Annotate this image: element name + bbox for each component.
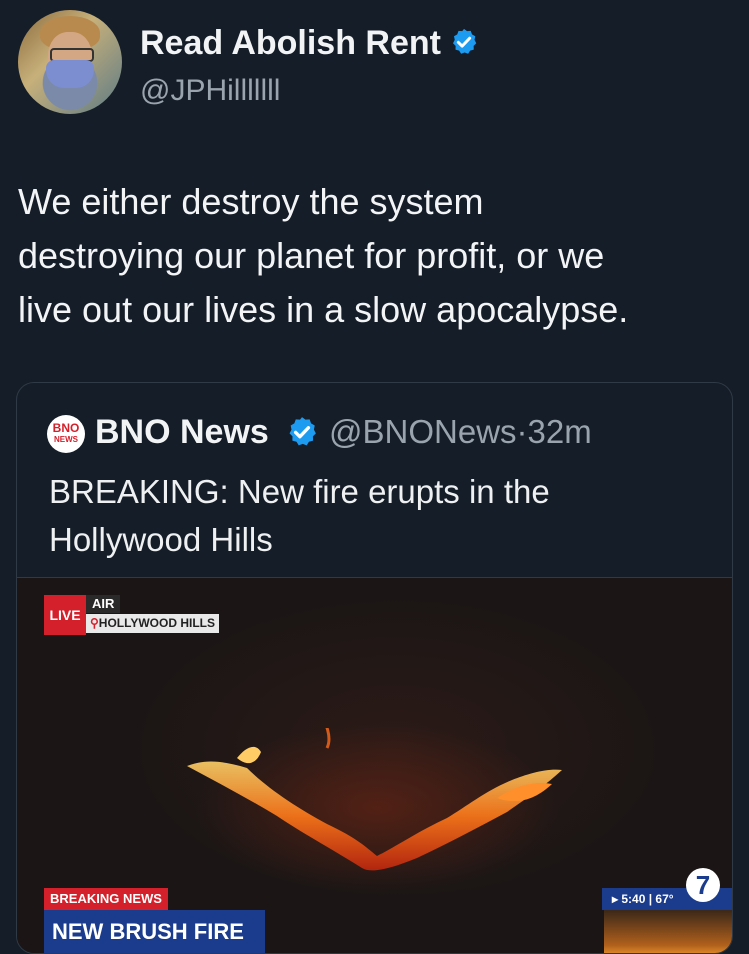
logo-top-text: BNO <box>52 421 80 435</box>
quoted-tweet[interactable]: BNO NEWS BNO News @BNONews·32m BREAKING:… <box>16 382 733 954</box>
verified-badge-icon <box>453 28 477 54</box>
location-pin-icon: ⚲ <box>90 616 99 630</box>
breaking-news-label: BREAKING NEWS <box>44 888 168 910</box>
author-name-text[interactable]: Read Abolish Rent <box>140 24 441 62</box>
bno-news-avatar[interactable]: BNO NEWS <box>47 415 85 453</box>
air7-label: AIR 7 <box>86 595 121 629</box>
author-name[interactable]: Read Abolish Rent <box>140 24 479 63</box>
headline-banner: NEW BRUSH FIRE <box>44 910 265 953</box>
quoted-author-name[interactable]: BNO News <box>95 413 269 452</box>
tweet-header: Read Abolish Rent @JPHilllllll <box>18 10 738 120</box>
quoted-text-line: Hollywood Hills <box>49 521 273 558</box>
tweet-text-line: We either destroy the system <box>18 181 484 222</box>
verified-badge-icon <box>289 417 316 446</box>
inset-video <box>604 910 732 953</box>
quoted-text-line: BREAKING: New fire erupts in the <box>49 473 550 510</box>
abc7-logo: 7 <box>686 868 720 902</box>
quoted-tweet-text: BREAKING: New fire erupts in the Hollywo… <box>49 468 709 564</box>
location-label: ⚲HOLLYWOOD HILLS <box>86 614 220 633</box>
logo-bottom-text: NEWS <box>54 435 78 444</box>
fire-image <box>187 728 562 871</box>
author-avatar[interactable] <box>18 10 122 114</box>
tweet-text-line: live out our lives in a slow apocalypse. <box>18 289 629 330</box>
live-badge: LIVE <box>44 595 86 635</box>
tweet-text: We either destroy the system destroying … <box>18 175 728 337</box>
author-handle[interactable]: @JPHilllllll <box>140 74 280 108</box>
quoted-media-image[interactable]: LIVE AIR 7 ⚲HOLLYWOOD HILLS BREAKING NEW… <box>17 577 732 953</box>
tweet-text-line: destroying our planet for profit, or we <box>18 235 605 276</box>
location-text: HOLLYWOOD HILLS <box>98 616 216 630</box>
quoted-handle-time[interactable]: @BNONews·32m <box>329 413 592 451</box>
